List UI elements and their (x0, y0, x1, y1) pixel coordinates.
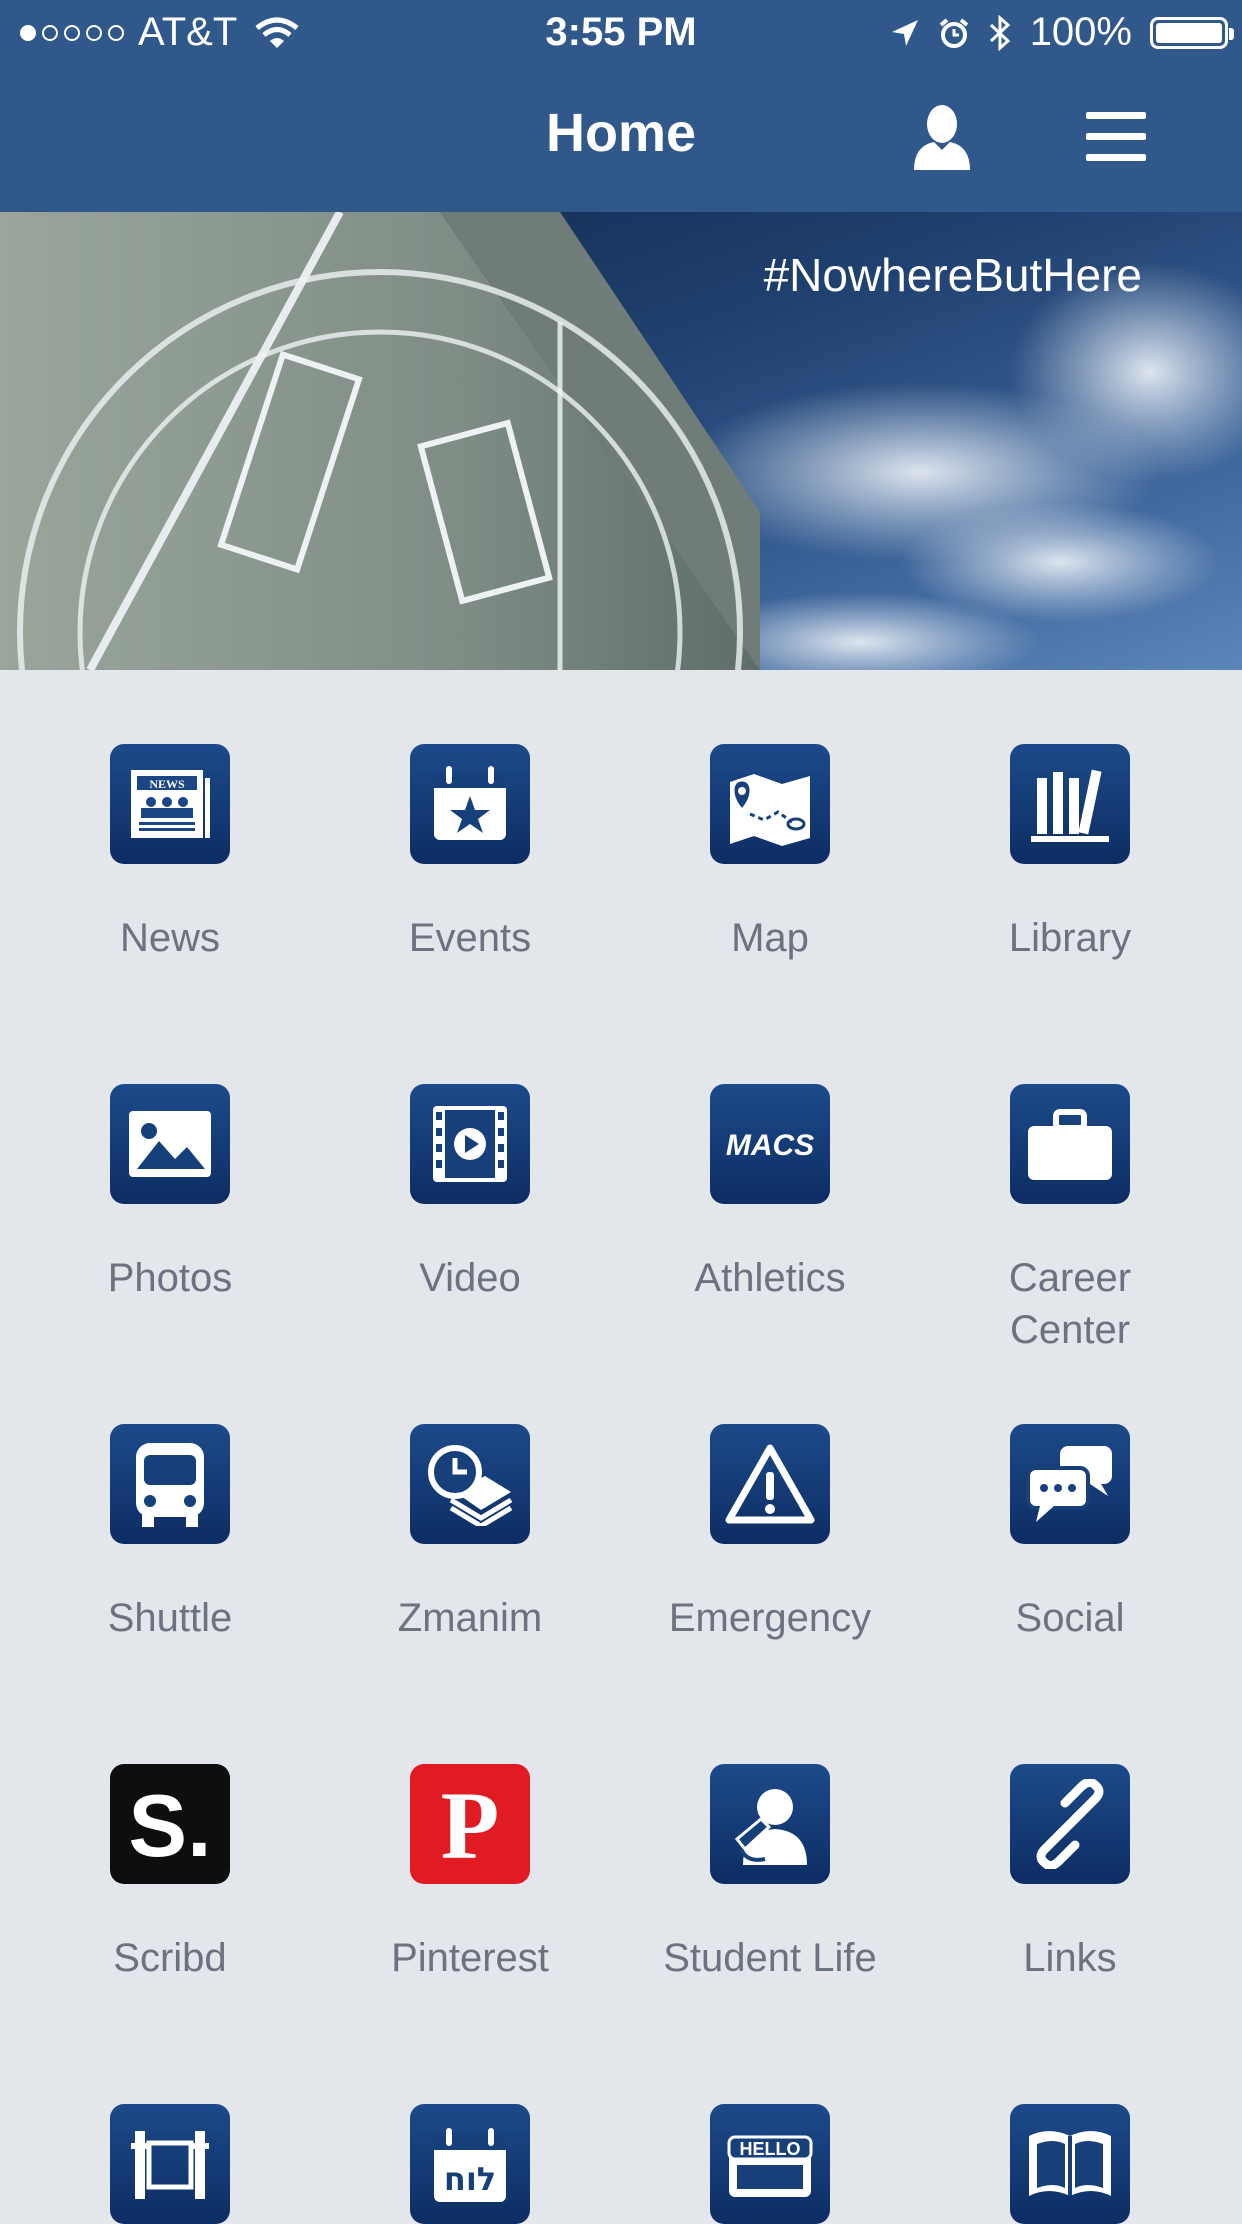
bus-icon (110, 1424, 230, 1544)
scribd-icon: S. (110, 1764, 230, 1884)
macs-icon: MACS (710, 1084, 830, 1204)
svg-text:S.: S. (128, 1776, 211, 1874)
tile-events[interactable]: Events (320, 744, 620, 964)
page-title: Home (545, 103, 697, 163)
svg-text:MACS: MACS (726, 1129, 814, 1162)
menu-button[interactable] (1086, 112, 1146, 162)
tile-emergency[interactable]: Emergency (620, 1424, 920, 1644)
pinterest-icon: P (410, 1764, 530, 1884)
svg-text:לוח: לוח (444, 2160, 496, 2198)
banner-hashtag: #NowhereButHere (763, 249, 1142, 301)
tile-label: Student Life (663, 1936, 877, 1980)
hebrew-calendar-icon: לוח (410, 2104, 530, 2224)
calendar-star-icon (410, 744, 530, 864)
tile-label: Links (1023, 1936, 1117, 1980)
tile-label: Emergency (668, 1596, 872, 1640)
bluetooth-icon (989, 14, 1010, 51)
status-right: 100% (890, 10, 1234, 55)
tile-student-life[interactable]: Student Life (620, 1764, 920, 1984)
tile-label: Social (1015, 1596, 1125, 1640)
tile-label: Career Center (1008, 1256, 1132, 1352)
tile-open-book[interactable] (920, 2104, 1220, 2224)
svg-text:NEWS: NEWS (149, 777, 185, 791)
tile-library[interactable]: Library (920, 744, 1220, 964)
hello-tag-icon: HELLO (710, 2104, 830, 2224)
photo-icon (110, 1084, 230, 1204)
tile-label: Shuttle (107, 1596, 233, 1640)
nav-bar: Home (0, 66, 1242, 212)
tile-label: Library (1008, 916, 1132, 960)
tile-label: Map (731, 916, 809, 960)
user-icon (914, 105, 970, 170)
hero-banner: #NowhereButHere (0, 212, 1242, 670)
video-icon (410, 1084, 530, 1204)
tile-label: Scribd (113, 1936, 227, 1980)
chat-bubbles-icon (1010, 1424, 1130, 1544)
tile-label: Zmanim (397, 1596, 543, 1640)
warning-icon (710, 1424, 830, 1544)
tile-scribd[interactable]: S. Scribd (20, 1764, 320, 1984)
hamburger-icon (1086, 112, 1146, 119)
student-icon (710, 1764, 830, 1884)
link-icon (1010, 1764, 1130, 1884)
svg-text:HELLO: HELLO (740, 2139, 801, 2159)
battery-icon (1150, 16, 1234, 49)
tile-links[interactable]: Links (920, 1764, 1220, 1984)
tile-shuttle[interactable]: Shuttle (20, 1424, 320, 1644)
tile-athletics[interactable]: MACS Athletics (620, 1084, 920, 1304)
tile-label: Events (408, 916, 532, 960)
tile-photos[interactable]: Photos (20, 1084, 320, 1304)
tile-hebrew-calendar[interactable]: לוח (320, 2104, 620, 2224)
clock-book-icon (410, 1424, 530, 1544)
tile-scroll[interactable] (20, 2104, 320, 2224)
briefcase-icon (1010, 1084, 1130, 1204)
scroll-icon (110, 2104, 230, 2224)
map-icon (710, 744, 830, 864)
tile-label: Video (419, 1256, 521, 1300)
tile-social[interactable]: Social (920, 1424, 1220, 1644)
tile-video[interactable]: Video (320, 1084, 620, 1304)
tile-zmanim[interactable]: Zmanim (320, 1424, 620, 1644)
tile-label: News (119, 916, 221, 960)
tile-label: Athletics (694, 1256, 846, 1300)
profile-button[interactable] (910, 102, 974, 170)
books-icon (1010, 744, 1130, 864)
status-bar: AT&T 3:55 PM 100% (0, 0, 1242, 66)
tile-news[interactable]: NEWS News (20, 744, 320, 964)
tile-hello-tag[interactable]: HELLO (620, 2104, 920, 2224)
tile-pinterest[interactable]: P Pinterest (320, 1764, 620, 1984)
tile-label: Pinterest (391, 1936, 549, 1980)
tile-career-center[interactable]: Career Center (920, 1084, 1220, 1356)
news-icon: NEWS (110, 744, 230, 864)
svg-text:P: P (441, 1774, 500, 1874)
battery-percent: 100% (1029, 10, 1132, 54)
open-book-icon (1010, 2104, 1130, 2224)
location-arrow-icon (891, 19, 918, 46)
tile-label: Photos (107, 1256, 233, 1300)
alarm-icon (939, 17, 968, 48)
tile-map[interactable]: Map (620, 744, 920, 964)
